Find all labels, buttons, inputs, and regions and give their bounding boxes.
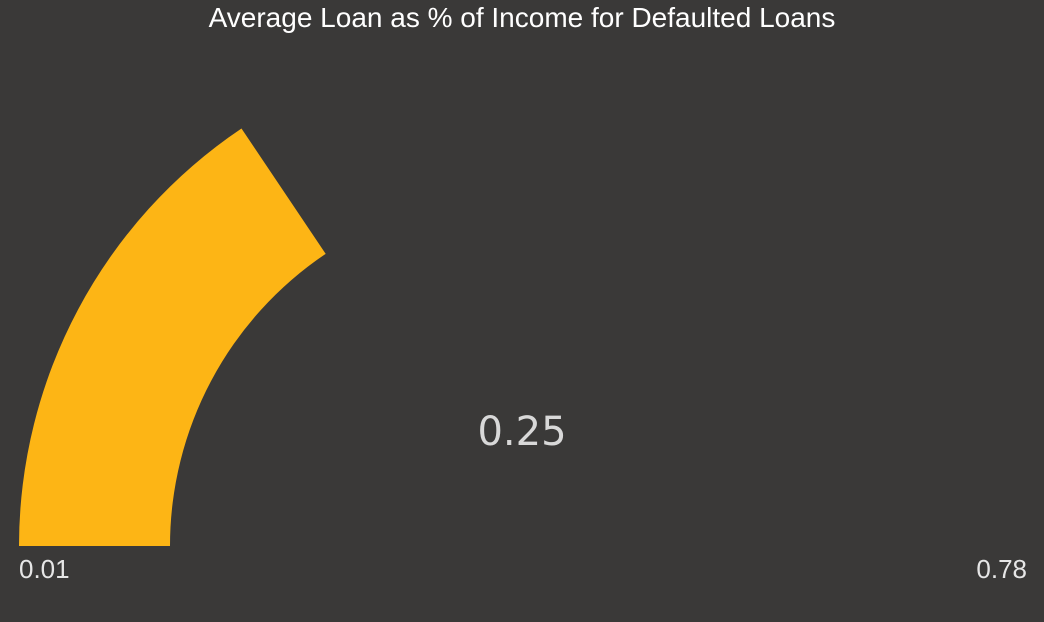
gauge-visual: Average Loan as % of Income for Defaulte… (0, 0, 1044, 622)
gauge-max-label: 0.78 (976, 554, 1027, 584)
gauge-fill-arc (19, 128, 326, 546)
gauge-value-label: 0.25 (477, 409, 566, 455)
gauge-chart: 0.25 0.01 0.78 (19, 128, 1027, 584)
gauge-min-label: 0.01 (19, 554, 70, 584)
